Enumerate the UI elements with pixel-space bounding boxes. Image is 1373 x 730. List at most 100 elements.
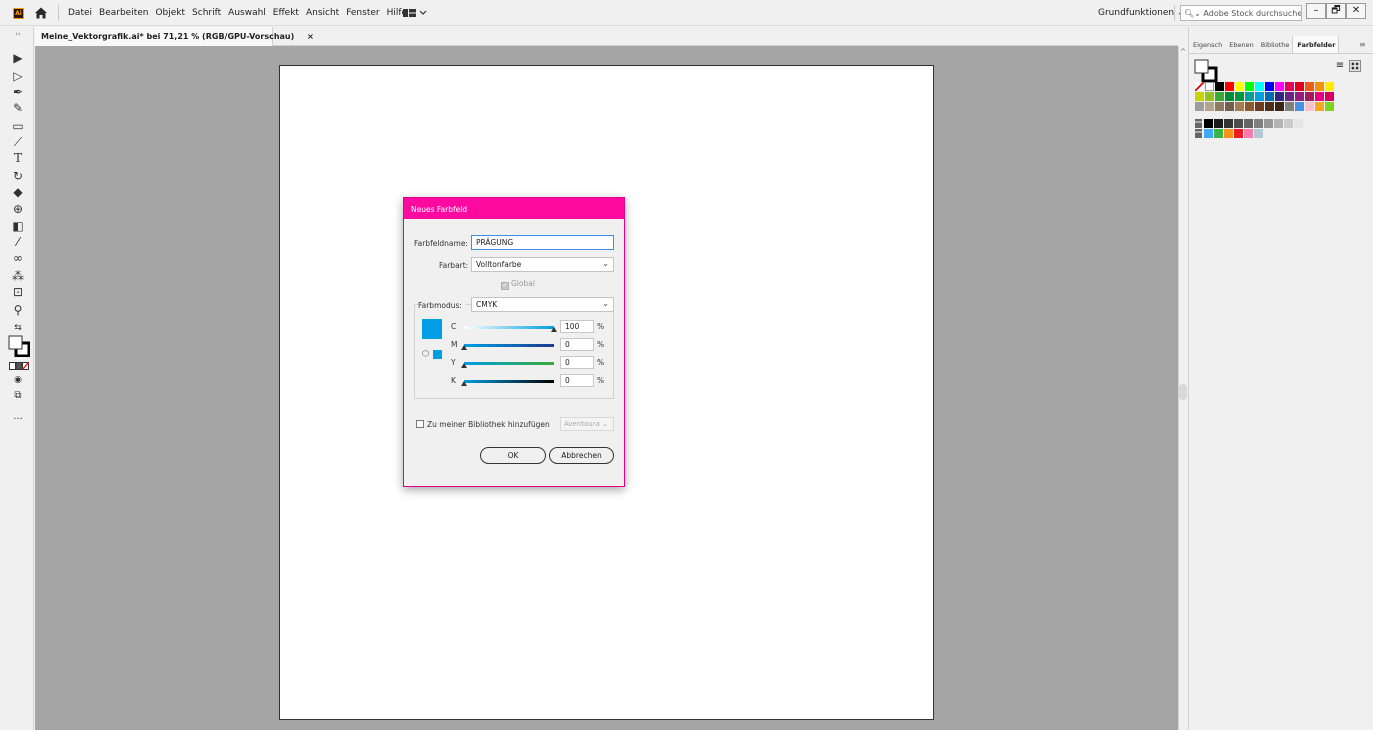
- menu-datei[interactable]: Datei: [68, 8, 92, 18]
- direct-selection-tool-icon[interactable]: ▷: [10, 69, 26, 83]
- color-modes-icon[interactable]: [9, 362, 29, 370]
- channel-y-slider[interactable]: [464, 362, 554, 365]
- swatch[interactable]: [1234, 119, 1243, 128]
- swatch[interactable]: [1294, 119, 1303, 128]
- home-icon[interactable]: [34, 6, 48, 20]
- channel-k-slider[interactable]: [464, 380, 554, 383]
- blend-tool-icon[interactable]: ∞: [10, 251, 26, 265]
- swatch[interactable]: [1215, 92, 1224, 101]
- swatch[interactable]: [1225, 92, 1234, 101]
- swatch[interactable]: [1204, 129, 1213, 138]
- shape-builder-tool-icon[interactable]: ⊕: [10, 202, 26, 216]
- swatch[interactable]: [1225, 102, 1234, 111]
- workspace-switcher[interactable]: Grundfunktionen ⌄: [1098, 8, 1184, 18]
- swatch[interactable]: [1265, 102, 1274, 111]
- fill-stroke-icon[interactable]: [1194, 59, 1218, 83]
- swatch[interactable]: [1254, 119, 1263, 128]
- list-view-icon[interactable]: ≡: [1334, 60, 1346, 72]
- type-tool-icon[interactable]: T: [10, 151, 26, 165]
- swatch[interactable]: [1285, 82, 1294, 91]
- swatch[interactable]: [1285, 92, 1294, 101]
- edit-toolbar-icon[interactable]: ···: [10, 413, 26, 427]
- channel-c-input[interactable]: 100: [560, 320, 594, 333]
- swatch[interactable]: [1284, 119, 1293, 128]
- rectangle-tool-icon[interactable]: ▭: [10, 119, 26, 133]
- color-group-folder-icon[interactable]: [1195, 119, 1202, 128]
- eyedropper-tool-icon[interactable]: ⁄: [10, 235, 26, 249]
- swatch[interactable]: [1275, 92, 1284, 101]
- menu-effekt[interactable]: Effekt: [273, 8, 299, 18]
- tab-eigenschaften[interactable]: Eigensch: [1189, 36, 1225, 53]
- restore-button[interactable]: 🗗: [1326, 3, 1346, 19]
- swatch[interactable]: [1215, 82, 1224, 91]
- swatch[interactable]: [1205, 92, 1214, 101]
- screen-mode-icon[interactable]: ⧉: [10, 389, 26, 403]
- global-checkbox[interactable]: ✓ Global: [501, 279, 535, 290]
- swatch[interactable]: [1305, 102, 1314, 111]
- swatch[interactable]: [1325, 92, 1334, 101]
- swatch[interactable]: [1275, 82, 1284, 91]
- paintbrush-tool-icon[interactable]: ⟋: [10, 135, 26, 149]
- swatch[interactable]: [1235, 92, 1244, 101]
- tab-ebenen[interactable]: Ebenen: [1225, 36, 1256, 53]
- close-tab-icon[interactable]: ×: [307, 32, 314, 41]
- vertical-scrollbar[interactable]: ^: [1178, 46, 1187, 730]
- swatch[interactable]: [1285, 102, 1294, 111]
- collapse-icon[interactable]: ››: [10, 27, 26, 41]
- none-swatch[interactable]: [1195, 82, 1204, 91]
- library-select[interactable]: Aventoura ⌄: [560, 417, 614, 431]
- channel-k-input[interactable]: 0: [560, 374, 594, 387]
- menu-fenster[interactable]: Fenster: [346, 8, 379, 18]
- out-of-gamut-cube-icon[interactable]: ⬡: [422, 349, 429, 358]
- cancel-button[interactable]: Abbrechen: [549, 447, 614, 464]
- swatch[interactable]: [1315, 92, 1324, 101]
- swatch[interactable]: [1275, 102, 1284, 111]
- registration-swatch[interactable]: [1205, 82, 1214, 91]
- pen-tool-icon[interactable]: ✒: [10, 85, 26, 99]
- menu-bearbeiten[interactable]: Bearbeiten: [99, 8, 148, 18]
- swatch[interactable]: [1235, 82, 1244, 91]
- gamut-swatch[interactable]: [433, 350, 442, 359]
- swatch[interactable]: [1245, 92, 1254, 101]
- symbol-sprayer-tool-icon[interactable]: ⁂: [10, 269, 26, 283]
- draw-modes-icon[interactable]: ◉: [10, 373, 26, 387]
- swatch[interactable]: [1234, 129, 1243, 138]
- scrollbar-thumb[interactable]: [1179, 384, 1187, 400]
- swatch[interactable]: [1254, 129, 1263, 138]
- swatch[interactable]: [1214, 129, 1223, 138]
- swatch[interactable]: [1195, 102, 1204, 111]
- stock-search-input[interactable]: 🔍︎⌄ Adobe Stock durchsuchen: [1180, 5, 1302, 21]
- swatch[interactable]: [1195, 92, 1204, 101]
- swatch[interactable]: [1245, 82, 1254, 91]
- menu-objekt[interactable]: Objekt: [155, 8, 185, 18]
- gradient-tool-icon[interactable]: ◧: [10, 219, 26, 233]
- menu-ansicht[interactable]: Ansicht: [306, 8, 339, 18]
- tab-bibliotheken[interactable]: Bibliothe: [1257, 36, 1293, 53]
- swatch[interactable]: [1305, 92, 1314, 101]
- tab-farbfelder[interactable]: Farbfelder: [1292, 36, 1340, 53]
- arrange-documents-icon[interactable]: [402, 7, 428, 19]
- channel-c-slider[interactable]: [464, 326, 554, 329]
- curvature-tool-icon[interactable]: ✎: [10, 101, 26, 115]
- zoom-tool-icon[interactable]: ⚲: [10, 303, 26, 317]
- swatch[interactable]: [1315, 82, 1324, 91]
- swatch[interactable]: [1215, 102, 1224, 111]
- swatch[interactable]: [1244, 119, 1253, 128]
- channel-c-slider-thumb[interactable]: [551, 327, 557, 332]
- swatch[interactable]: [1274, 119, 1283, 128]
- swatch[interactable]: [1255, 92, 1264, 101]
- swatch[interactable]: [1295, 92, 1304, 101]
- swatch[interactable]: [1214, 119, 1223, 128]
- add-to-library-checkbox[interactable]: Zu meiner Bibliothek hinzufügen: [416, 420, 550, 429]
- swap-fill-stroke-icon[interactable]: ⇆: [10, 321, 26, 335]
- menu-schrift[interactable]: Schrift: [192, 8, 221, 18]
- swatch[interactable]: [1255, 82, 1264, 91]
- swatch[interactable]: [1235, 102, 1244, 111]
- grid-view-icon[interactable]: [1349, 60, 1361, 72]
- selection-tool-icon[interactable]: ▶: [10, 51, 26, 65]
- swatch[interactable]: [1325, 82, 1334, 91]
- swatch[interactable]: [1265, 82, 1274, 91]
- swatch[interactable]: [1245, 102, 1254, 111]
- color-group-folder-icon[interactable]: [1195, 129, 1202, 138]
- menu-auswahl[interactable]: Auswahl: [228, 8, 266, 18]
